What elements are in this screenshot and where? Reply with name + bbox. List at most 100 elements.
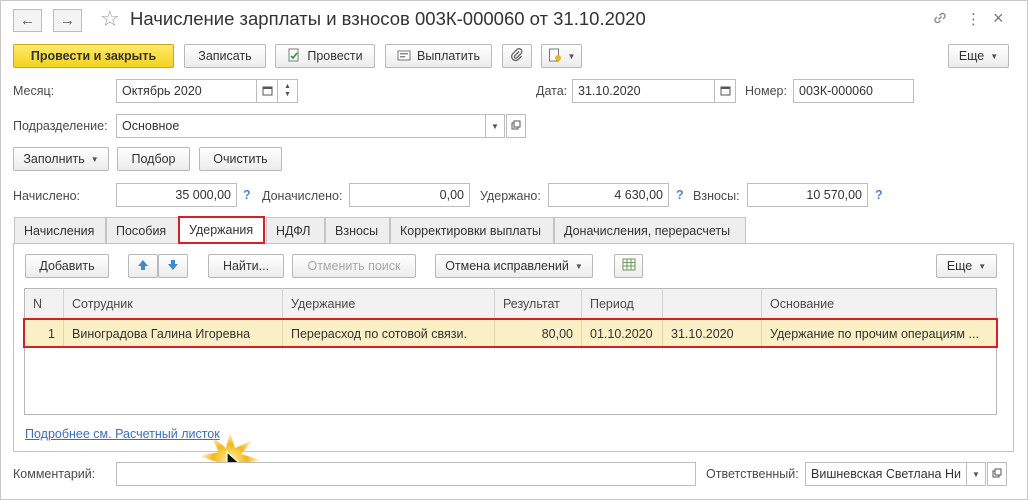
calendar-icon bbox=[720, 85, 731, 98]
tab-recalculations[interactable]: Доначисления, перерасчеты bbox=[554, 217, 746, 243]
cancel-corrections-button[interactable]: Отмена исправлений ▼ bbox=[435, 254, 593, 278]
arrow-up-icon bbox=[137, 259, 149, 274]
column-header-result[interactable]: Результат bbox=[495, 289, 582, 319]
division-field[interactable]: Основное bbox=[116, 114, 486, 138]
more-vertical-icon[interactable]: ⋮ bbox=[966, 10, 981, 28]
arrow-down-icon bbox=[167, 259, 179, 274]
chevron-down-icon: ▼ bbox=[491, 121, 499, 131]
more-button-label: Еще bbox=[958, 49, 985, 63]
more-button[interactable]: Еще ▼ bbox=[948, 44, 1009, 68]
back-button[interactable]: ← bbox=[13, 9, 42, 32]
column-header-n[interactable]: N bbox=[25, 289, 64, 319]
date-field[interactable]: 31.10.2020 bbox=[572, 79, 715, 103]
open-icon bbox=[511, 120, 521, 132]
arrow-right-icon: → bbox=[60, 12, 75, 29]
contrib-field: 10 570,00 bbox=[747, 183, 868, 207]
date-calendar-button[interactable] bbox=[714, 79, 736, 103]
clear-button[interactable]: Очистить bbox=[199, 147, 282, 171]
tab-deductions[interactable]: Удержания bbox=[178, 216, 265, 244]
division-open-button[interactable] bbox=[506, 114, 526, 138]
post-button[interactable]: Провести bbox=[275, 44, 375, 68]
open-icon bbox=[992, 468, 1002, 480]
save-button[interactable]: Записать bbox=[184, 44, 266, 68]
move-up-button[interactable] bbox=[128, 254, 158, 278]
chevron-down-icon: ▼ bbox=[574, 261, 583, 271]
forward-button[interactable]: → bbox=[53, 9, 82, 32]
date-label: Дата: bbox=[536, 84, 568, 98]
add-button[interactable]: Добавить bbox=[25, 254, 109, 278]
pay-button[interactable]: Выплатить bbox=[385, 44, 492, 68]
tab-accruals[interactable]: Начисления bbox=[14, 217, 106, 243]
column-header-employee[interactable]: Сотрудник bbox=[64, 289, 283, 319]
month-stepper[interactable]: ▲ ▼ bbox=[277, 79, 298, 103]
table-icon bbox=[622, 258, 636, 274]
accrued-label: Начислено: bbox=[13, 189, 81, 203]
panel-more-button[interactable]: Еще ▼ bbox=[936, 254, 997, 278]
tab-ndfl[interactable]: НДФЛ bbox=[266, 217, 325, 243]
cancel-search-button[interactable]: Отменить поиск bbox=[292, 254, 416, 278]
tab-payment-corrections[interactable]: Корректировки выплаты bbox=[390, 217, 554, 243]
calendar-button[interactable] bbox=[256, 79, 278, 103]
column-header-period[interactable]: Период bbox=[582, 289, 663, 319]
move-down-button[interactable] bbox=[158, 254, 188, 278]
responsible-dropdown-button[interactable]: ▼ bbox=[966, 462, 986, 486]
fill-button-label: Заполнить bbox=[23, 152, 85, 166]
column-header-basis[interactable]: Основание bbox=[762, 289, 996, 319]
payslip-link[interactable]: Подробнее см. Расчетный листок bbox=[25, 427, 220, 441]
pay-icon bbox=[397, 48, 411, 65]
contrib-label: Взносы: bbox=[693, 189, 740, 203]
column-header-period-end[interactable] bbox=[663, 289, 762, 319]
cancel-corrections-label: Отмена исправлений bbox=[445, 259, 569, 273]
pay-button-label: Выплатить bbox=[416, 49, 480, 63]
additional-field: 0,00 bbox=[349, 183, 470, 207]
month-label: Месяц: bbox=[13, 84, 55, 98]
responsible-field[interactable]: Вишневская Светлана Ни bbox=[805, 462, 967, 486]
number-label: Номер: bbox=[745, 84, 787, 98]
paperclip-icon bbox=[510, 47, 524, 65]
additional-label: Доначислено: bbox=[262, 189, 343, 203]
withheld-label: Удержано: bbox=[480, 189, 541, 203]
post-and-close-button[interactable]: Провести и закрыть bbox=[13, 44, 174, 68]
accrued-field: 35 000,00 bbox=[116, 183, 237, 207]
tab-contributions[interactable]: Взносы bbox=[325, 217, 390, 243]
selection-button[interactable]: Подбор bbox=[117, 147, 190, 171]
arrow-left-icon: ← bbox=[20, 12, 35, 29]
table-settings-button[interactable] bbox=[614, 254, 643, 278]
page-title: Начисление зарплаты и взносов 003К-00006… bbox=[130, 8, 646, 29]
chevron-down-icon: ▼ bbox=[972, 469, 980, 479]
row-highlight-frame bbox=[23, 318, 998, 348]
link-icon[interactable] bbox=[932, 10, 948, 30]
favorite-star-icon[interactable]: ☆ bbox=[100, 6, 120, 32]
comment-label: Комментарий: bbox=[13, 467, 96, 481]
chevron-down-icon: ▼ bbox=[990, 51, 999, 61]
close-icon[interactable]: × bbox=[993, 8, 1004, 29]
division-label: Подразделение: bbox=[13, 119, 108, 133]
deductions-table: N Сотрудник Удержание Результат Период О… bbox=[24, 288, 997, 415]
tab-benefits[interactable]: Пособия bbox=[106, 217, 179, 243]
chevron-down-icon: ▼ bbox=[978, 261, 987, 271]
withheld-field: 4 630,00 bbox=[548, 183, 669, 207]
calendar-icon bbox=[262, 85, 273, 98]
chevron-down-icon: ▼ bbox=[284, 91, 291, 98]
fill-button[interactable]: Заполнить ▼ bbox=[13, 147, 109, 171]
help-icon[interactable]: ? bbox=[676, 188, 684, 202]
print-menu-button[interactable]: ▼ bbox=[541, 44, 582, 68]
responsible-open-button[interactable] bbox=[987, 462, 1007, 486]
help-icon[interactable]: ? bbox=[875, 188, 883, 202]
responsible-label: Ответственный: bbox=[706, 467, 799, 481]
column-header-deduction[interactable]: Удержание bbox=[283, 289, 495, 319]
panel-more-label: Еще bbox=[946, 259, 973, 273]
post-button-label: Провести bbox=[307, 49, 363, 63]
division-dropdown-button[interactable]: ▼ bbox=[485, 114, 505, 138]
help-icon[interactable]: ? bbox=[243, 188, 251, 202]
chevron-down-icon: ▼ bbox=[567, 51, 576, 61]
comment-input[interactable] bbox=[116, 462, 696, 486]
find-button[interactable]: Найти... bbox=[208, 254, 284, 278]
month-field[interactable]: Октябрь 2020 bbox=[116, 79, 257, 103]
document-settings-icon bbox=[548, 48, 562, 65]
chevron-up-icon: ▲ bbox=[284, 83, 291, 90]
chevron-down-icon: ▼ bbox=[90, 154, 99, 164]
number-field[interactable]: 003К-000060 bbox=[793, 79, 914, 103]
post-document-icon bbox=[287, 48, 301, 65]
attach-button[interactable] bbox=[502, 44, 532, 68]
